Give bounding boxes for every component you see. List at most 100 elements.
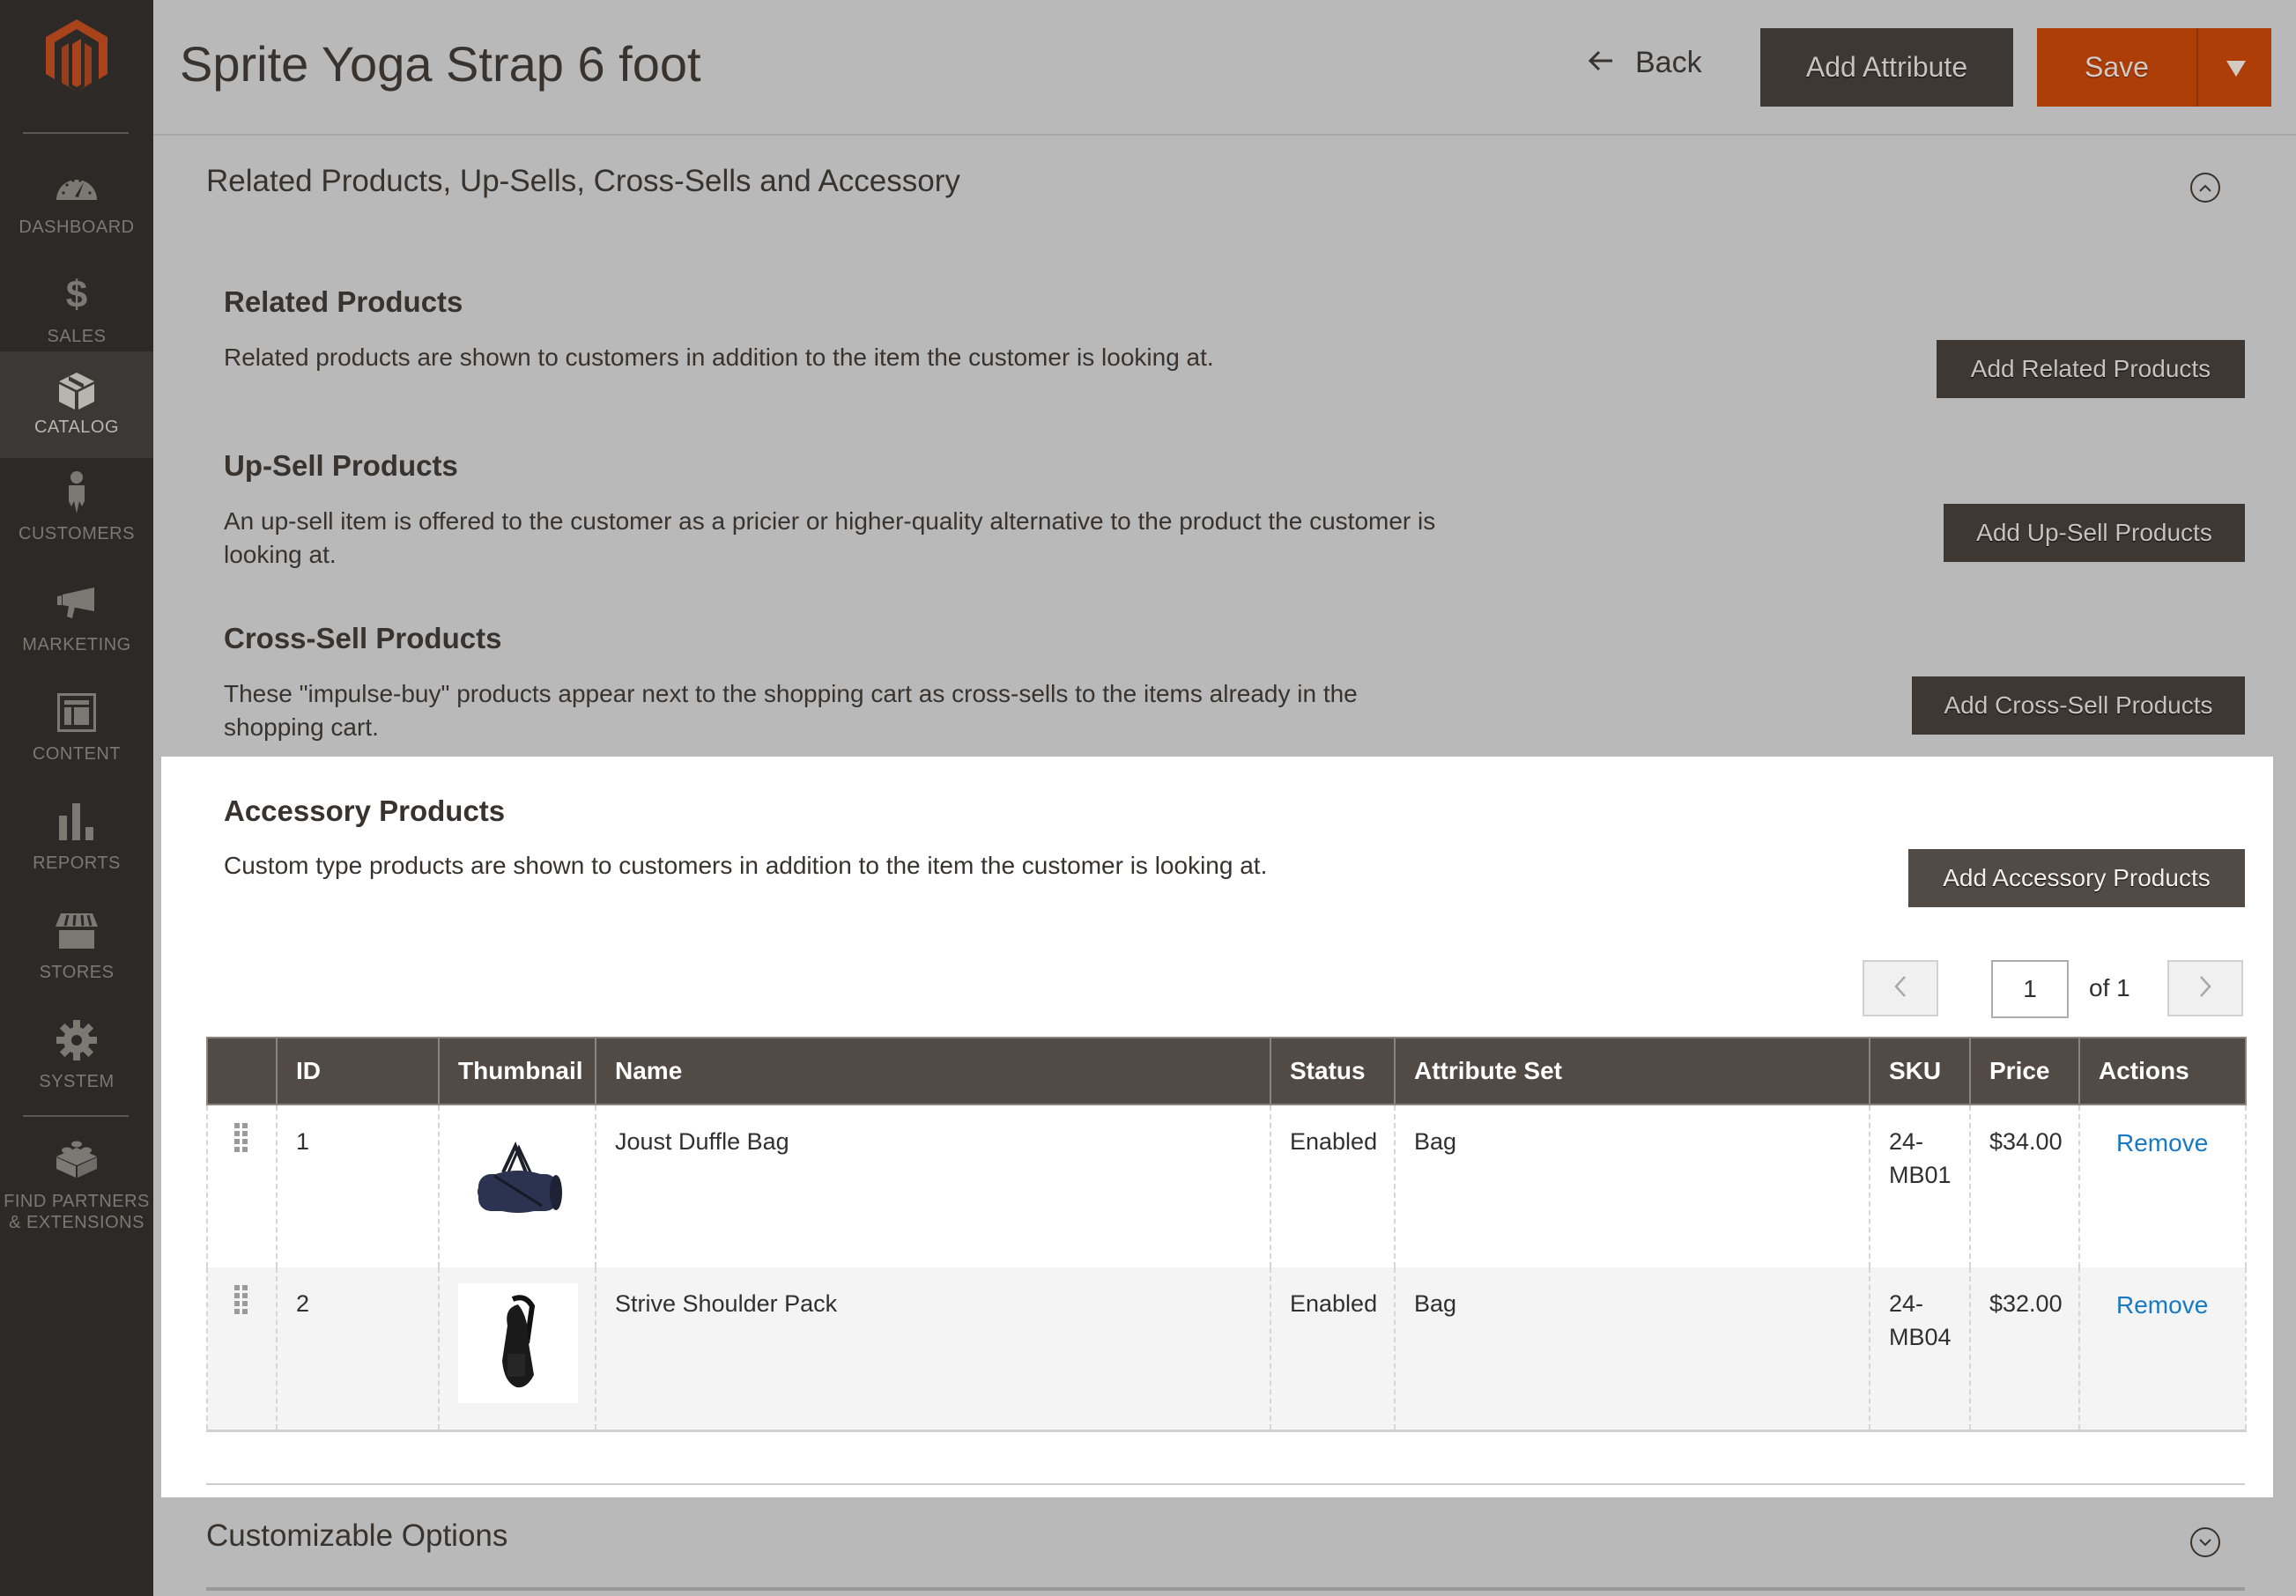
save-button[interactable]: Save (2037, 28, 2196, 107)
page-header: Sprite Yoga Strap 6 foot Back Add Attrib… (153, 0, 2296, 136)
remove-link[interactable]: Remove (2099, 1125, 2208, 1160)
cell-status: Enabled (1270, 1105, 1395, 1267)
drag-handle[interactable] (206, 1105, 277, 1267)
duffle-bag-image[interactable] (458, 1121, 578, 1241)
sidebar-item-label: CUSTOMERS (19, 524, 135, 543)
sidebar-item-content[interactable]: CONTENT (0, 676, 153, 786)
dollar-icon: $ (65, 273, 88, 316)
related-products-title: Related Products (224, 285, 463, 318)
section-title[interactable]: Related Products, Up-Sells, Cross-Sells … (206, 164, 960, 199)
accessory-products-description: Custom type products are shown to custom… (224, 852, 1268, 879)
upsell-products-description: An up-sell item is offered to the custom… (224, 507, 1436, 568)
sidebar-item-customers[interactable]: CUSTOMERS (0, 458, 153, 567)
crosssell-products-description: These "impulse-buy" products appear next… (224, 680, 1358, 741)
drag-handle-icon (234, 1285, 248, 1320)
cell-status: Enabled (1270, 1267, 1395, 1432)
sidebar-item-label-line1: FIND PARTNERS (4, 1192, 150, 1211)
cell-id: 2 (276, 1267, 439, 1432)
drag-handle[interactable] (206, 1267, 277, 1432)
add-attribute-button[interactable]: Add Attribute (1760, 28, 2013, 107)
cell-actions: Remove (2078, 1267, 2247, 1432)
accessory-products-title: Accessory Products (224, 794, 506, 827)
sidebar-item-label: FIND PARTNERS & EXTENSIONS (0, 1191, 153, 1233)
back-label: Back (1635, 46, 1702, 79)
sidebar-item-reports[interactable]: REPORTS (0, 786, 153, 895)
panel-divider (206, 1483, 2245, 1485)
pager-total-label: of 1 (2089, 974, 2130, 1001)
column-header-price[interactable]: Price (1969, 1037, 2079, 1105)
megaphone-icon (0, 581, 153, 625)
back-button[interactable]: Back (1588, 46, 1702, 80)
chevron-left-icon (1894, 975, 1907, 1002)
cell-thumbnail (438, 1105, 596, 1267)
cell-attribute-set: Bag (1394, 1267, 1870, 1432)
admin-sidebar: DASHBOARD $ SALES CATALOG CUSTOMERS MARK… (0, 0, 153, 1596)
pager-prev-button[interactable] (1863, 960, 1938, 1016)
cell-name: Joust Duffle Bag (595, 1105, 1270, 1267)
remove-link[interactable]: Remove (2099, 1287, 2208, 1322)
drag-handle-icon (234, 1123, 248, 1158)
cell-thumbnail (438, 1267, 596, 1432)
sidebar-item-dashboard[interactable]: DASHBOARD (0, 150, 153, 259)
sidebar-item-catalog[interactable]: CATALOG (0, 351, 153, 458)
bar-chart-icon (0, 800, 153, 844)
sidebar-item-label: CATALOG (33, 417, 120, 437)
chevron-right-icon (2199, 975, 2211, 1002)
arrow-left-icon (1588, 46, 1614, 80)
expand-section-icon[interactable] (2190, 1527, 2220, 1557)
lego-block-icon (0, 1136, 153, 1180)
column-header-status[interactable]: Status (1270, 1037, 1395, 1105)
cell-actions: Remove (2078, 1105, 2247, 1267)
dashboard-icon (0, 164, 153, 208)
add-related-products-button[interactable]: Add Related Products (1937, 340, 2245, 398)
sidebar-item-marketing[interactable]: MARKETING (0, 567, 153, 676)
save-button-group: Save (2037, 28, 2271, 107)
sku-value: 24- MB04 (1889, 1290, 1952, 1350)
sidebar-item-label: SALES (47, 327, 107, 346)
crosssell-products-title: Cross-Sell Products (224, 622, 502, 654)
add-upsell-products-button[interactable]: Add Up-Sell Products (1944, 504, 2245, 562)
add-accessory-products-button[interactable]: Add Accessory Products (1908, 849, 2245, 907)
column-header-actions: Actions (2078, 1037, 2247, 1105)
sidebar-item-label-line2: & EXTENSIONS (9, 1213, 144, 1232)
magento-logo[interactable] (46, 19, 107, 92)
column-header-attribute-set[interactable]: Attribute Set (1394, 1037, 1870, 1105)
customizable-options-title[interactable]: Customizable Options (206, 1518, 507, 1554)
column-header-thumbnail[interactable]: Thumbnail (438, 1037, 596, 1105)
sidebar-item-label: REPORTS (33, 853, 121, 873)
accessory-products-grid: ID Thumbnail Name Status Attribute Set S… (206, 1037, 2247, 1432)
column-header-sku[interactable]: SKU (1869, 1037, 1970, 1105)
sidebar-item-label: MARKETING (22, 635, 131, 654)
sku-value: 24- MB01 (1889, 1128, 1952, 1188)
related-products-description: Related products are shown to customers … (224, 344, 1214, 371)
cell-name: Strive Shoulder Pack (595, 1267, 1270, 1432)
layout-icon (0, 691, 153, 735)
sidebar-item-system[interactable]: SYSTEM (0, 1004, 153, 1113)
save-options-toggle[interactable] (2196, 28, 2273, 107)
sidebar-item-find-partners[interactable]: FIND PARTNERS & EXTENSIONS (0, 1133, 153, 1233)
sidebar-item-label: SYSTEM (39, 1072, 115, 1091)
pager-page-input[interactable]: 1 (1991, 960, 2069, 1018)
box-icon (0, 369, 153, 413)
cell-attribute-set: Bag (1394, 1105, 1870, 1267)
collapse-section-icon[interactable] (2190, 173, 2220, 203)
cell-id: 1 (276, 1105, 439, 1267)
column-header-name[interactable]: Name (595, 1037, 1270, 1105)
table-row: 1 Joust Duffle Bag Enabled Bag 24- MB01 $… (206, 1105, 2247, 1267)
cell-price: $32.00 (1969, 1267, 2079, 1432)
upsell-products-title: Up-Sell Products (224, 449, 458, 482)
section-divider (206, 1587, 2245, 1591)
gear-icon (0, 1018, 153, 1062)
add-crosssell-products-button[interactable]: Add Cross-Sell Products (1912, 676, 2245, 735)
shoulder-pack-image[interactable] (458, 1283, 578, 1403)
column-header-drag (206, 1037, 277, 1105)
sidebar-item-stores[interactable]: STORES (0, 895, 153, 1004)
sidebar-item-label: DASHBOARD (19, 218, 135, 237)
pager-next-button[interactable] (2167, 960, 2243, 1016)
table-row: 2 Strive Shoulder Pack Enabled Bag 24- MB… (206, 1267, 2247, 1432)
cell-sku: 24- MB01 (1869, 1105, 1970, 1267)
column-header-id[interactable]: ID (276, 1037, 439, 1105)
grid-header-row: ID Thumbnail Name Status Attribute Set S… (206, 1037, 2247, 1105)
person-icon (0, 470, 153, 514)
cell-sku: 24- MB04 (1869, 1267, 1970, 1432)
